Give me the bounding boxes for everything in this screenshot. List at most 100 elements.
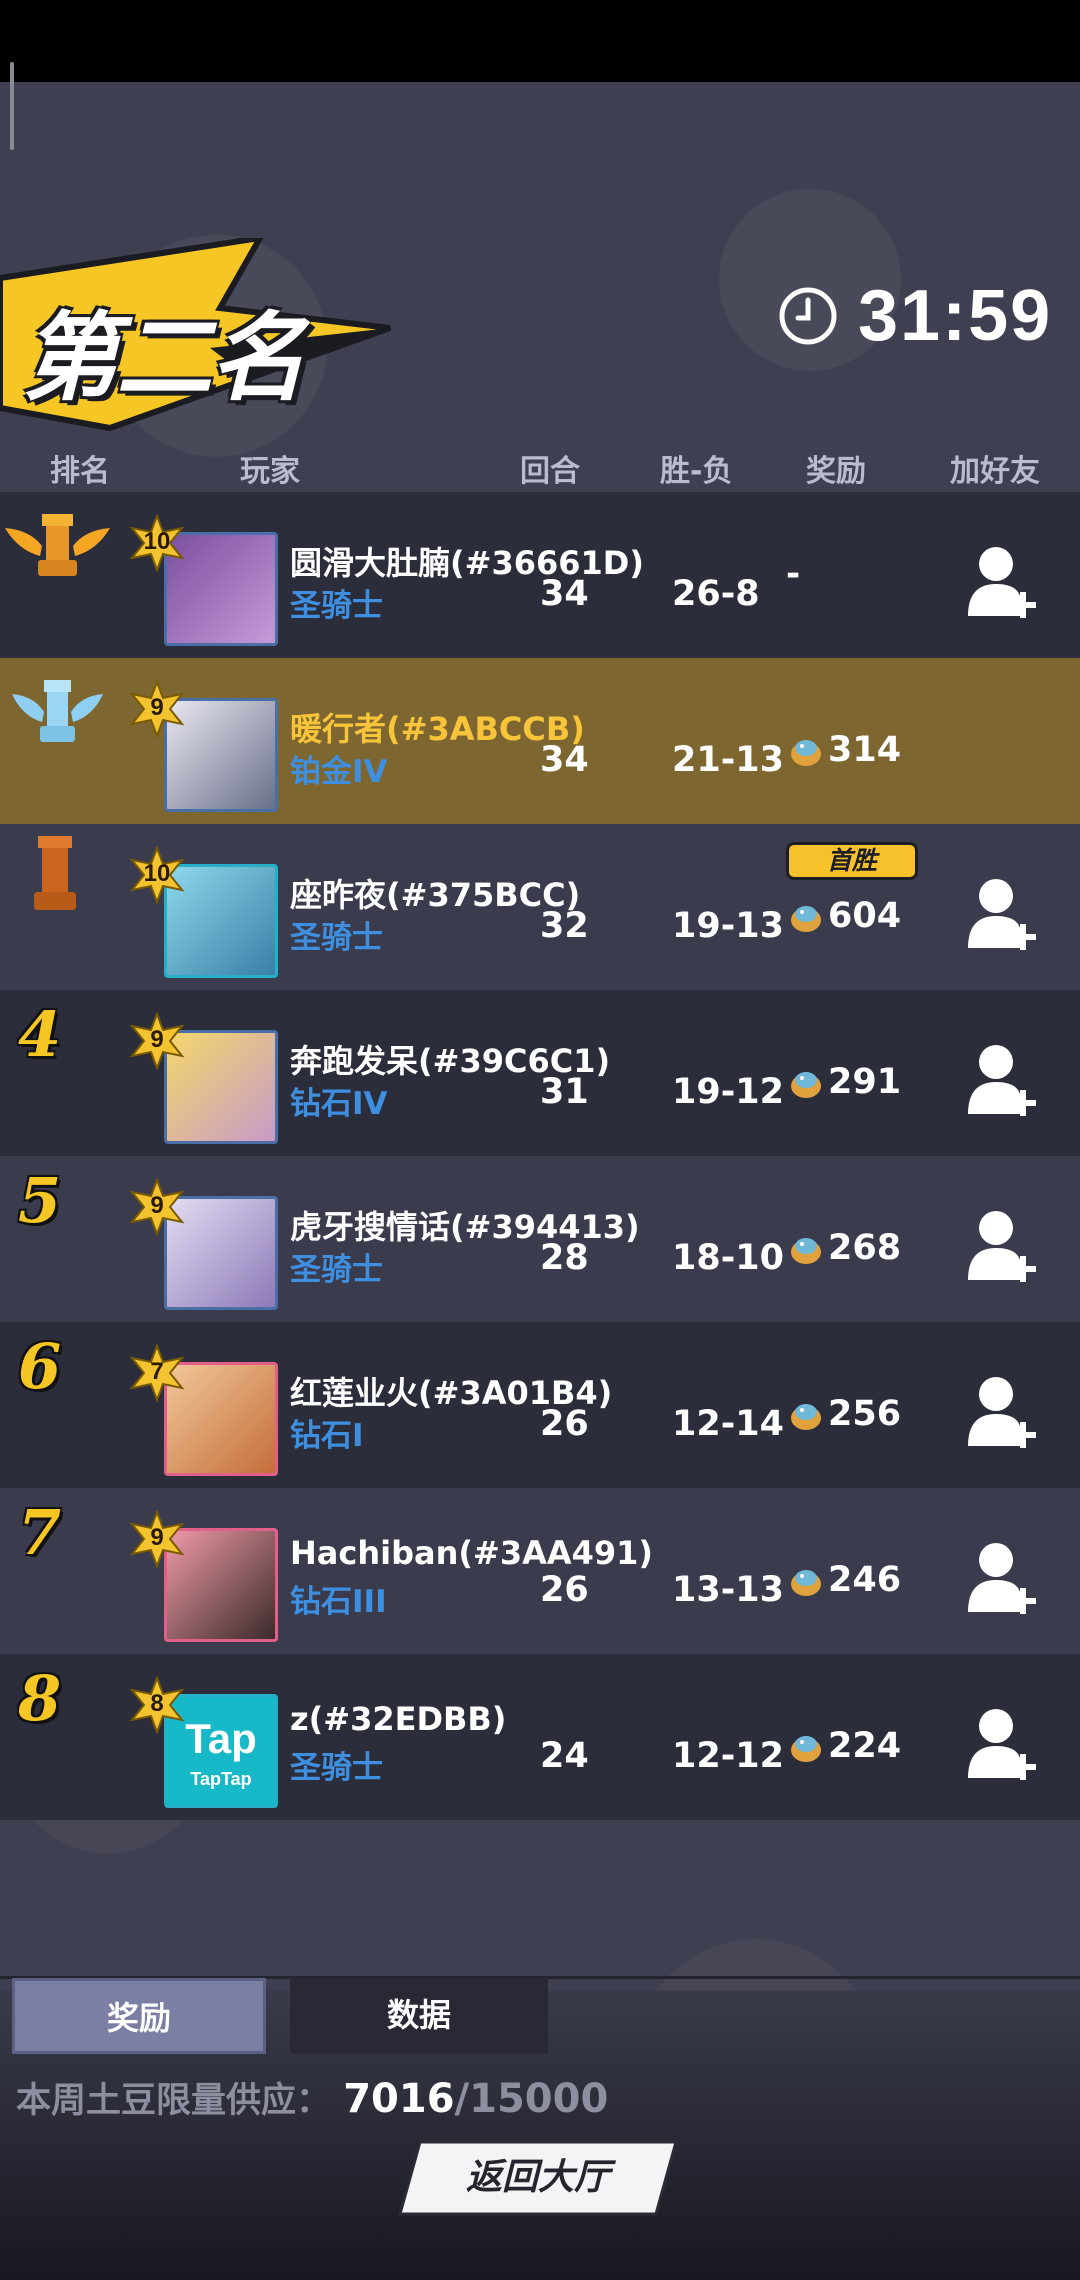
reward-value: 604: [828, 896, 902, 936]
level-badge: 9: [128, 679, 186, 739]
rank-number: 4: [18, 998, 62, 1071]
table-row[interactable]: 8 Tap TapTap 8 z(#32EDBB) 圣骑士 24 12-12 2…: [0, 1654, 1080, 1820]
player-rank-title: 钻石I: [290, 1418, 364, 1454]
add-user-icon[interactable]: [966, 1208, 1038, 1286]
level-value: 9: [150, 1192, 164, 1219]
back-to-lobby-button[interactable]: 返回大厅: [398, 2140, 678, 2216]
level-badge: 9: [128, 1177, 186, 1237]
table-row[interactable]: 6 7 红莲业火(#3A01B4) 钻石I 26 12-14 256: [0, 1322, 1080, 1488]
level-badge: 9: [128, 1011, 186, 1071]
record-value: 21-13: [672, 740, 784, 780]
player-name: 座昨夜(#375BCC): [290, 876, 581, 914]
rounds-value: 26: [540, 1404, 589, 1444]
reward-value: 314: [828, 730, 902, 770]
reward: 268: [788, 1228, 901, 1268]
reward-value: 256: [828, 1394, 902, 1434]
reward: 224: [788, 1726, 901, 1766]
clock-icon: [779, 287, 837, 345]
level-value: 9: [150, 1524, 164, 1551]
level-value: 9: [150, 1026, 164, 1053]
record-value: 13-13: [672, 1570, 784, 1610]
reward: 246: [788, 1560, 901, 1600]
table-row-self[interactable]: 9 暖行者(#3ABCCB) 铂金IV 34 21-13 314: [0, 658, 1080, 824]
potato-coin-icon: [791, 740, 821, 766]
rounds-value: 32: [540, 906, 589, 946]
table-row[interactable]: 10 圆滑大肚腩(#36661D) 圣骑士 34 26-8 -: [0, 492, 1080, 658]
level-badge: 9: [128, 1509, 186, 1569]
player-rank-title: 圣骑士: [290, 1750, 383, 1786]
level-value: 10: [143, 528, 171, 555]
potato-coin-icon: [791, 1238, 821, 1264]
reward-value: 291: [828, 1062, 902, 1102]
gold-rook-wings-icon: [5, 514, 110, 576]
level-value: 8: [150, 1690, 164, 1717]
weekly-supply: 本周土豆限量供应： 7016/15000: [16, 2072, 608, 2123]
supply-current: 7016: [343, 2076, 455, 2122]
add-user-icon[interactable]: [966, 876, 1038, 954]
rank-number: 6: [18, 1330, 62, 1403]
match-timer: 31:59: [778, 275, 1052, 357]
level-value: 7: [150, 1358, 164, 1385]
reward-value: 246: [828, 1560, 902, 1600]
col-reward: 奖励: [806, 454, 866, 489]
rounds-value: 26: [540, 1570, 589, 1610]
col-player: 玩家: [240, 454, 300, 489]
add-user-icon[interactable]: [966, 1374, 1038, 1452]
player-rank-title: 铂金IV: [290, 754, 388, 790]
add-user-icon[interactable]: [966, 544, 1038, 622]
level-value: 10: [143, 860, 171, 887]
table-row[interactable]: 7 9 Hachiban(#3AA491) 钻石III 26 13-13 246: [0, 1488, 1080, 1654]
record-value: 12-14: [672, 1404, 784, 1444]
col-rounds: 回合: [520, 454, 580, 489]
record-value: 12-12: [672, 1736, 784, 1776]
rank-number: 7: [18, 1496, 62, 1569]
reward: 291: [788, 1062, 901, 1102]
col-rank: 排名: [50, 454, 110, 489]
player-name: Hachiban(#3AA491): [290, 1534, 654, 1572]
table-row[interactable]: 10 座昨夜(#375BCC) 圣骑士 32 19-13 首胜 604: [0, 824, 1080, 990]
reward-value: 268: [828, 1228, 902, 1268]
edge-handle[interactable]: [10, 62, 14, 150]
player-rank-title: 圣骑士: [290, 1252, 383, 1288]
rounds-value: 28: [540, 1238, 589, 1278]
record-value: 18-10: [672, 1238, 784, 1278]
table-header: 排名 玩家 回合 胜-负 奖励 加好友: [0, 446, 1080, 489]
level-badge: 7: [128, 1343, 186, 1403]
rank-number: 5: [18, 1164, 62, 1237]
reward-value: -: [786, 554, 801, 594]
potato-coin-icon: [791, 1570, 821, 1596]
reward: 314: [788, 730, 901, 770]
record-value: 19-12: [672, 1072, 784, 1112]
add-user-icon[interactable]: [966, 1706, 1038, 1784]
player-rank-title: 圣骑士: [290, 920, 383, 956]
potato-coin-icon: [791, 1404, 821, 1430]
reward: 604: [788, 896, 901, 936]
player-rank-title: 钻石III: [290, 1584, 387, 1620]
supply-label: 本周土豆限量供应：: [16, 2081, 332, 2121]
taptap-logo-subtext: TapTap: [190, 1769, 252, 1789]
silver-rook-wings-icon: [12, 680, 103, 742]
back-button-label: 返回大厅: [465, 2157, 610, 2198]
tab-reward[interactable]: 奖励: [12, 1978, 266, 2054]
status-bar: [0, 0, 1080, 82]
player-rank-title: 钻石IV: [290, 1086, 388, 1122]
player-name: 圆滑大肚腩(#36661D): [290, 544, 644, 582]
tab-stats[interactable]: 数据: [290, 1978, 548, 2054]
player-rank-title: 圣骑士: [290, 588, 383, 624]
potato-coin-icon: [791, 1736, 821, 1762]
rounds-value: 24: [540, 1736, 589, 1776]
rounds-value: 34: [540, 574, 589, 614]
potato-coin-icon: [791, 1072, 821, 1098]
add-user-icon[interactable]: [966, 1042, 1038, 1120]
level-badge: 8: [128, 1675, 186, 1735]
bronze-rook-icon: [34, 836, 76, 910]
rank-number: 8: [18, 1662, 62, 1735]
level-badge: 10: [128, 845, 186, 905]
add-user-icon[interactable]: [966, 1540, 1038, 1618]
rounds-value: 34: [540, 740, 589, 780]
col-record: 胜-负: [660, 454, 733, 489]
record-value: 19-13: [672, 906, 784, 946]
table-row[interactable]: 4 9 奔跑发呆(#39C6C1) 钻石IV 31 19-12 291: [0, 990, 1080, 1156]
table-row[interactable]: 5 9 虎牙搜情话(#394413) 圣骑士 28 18-10 268: [0, 1156, 1080, 1322]
player-name: z(#32EDBB): [290, 1700, 507, 1738]
